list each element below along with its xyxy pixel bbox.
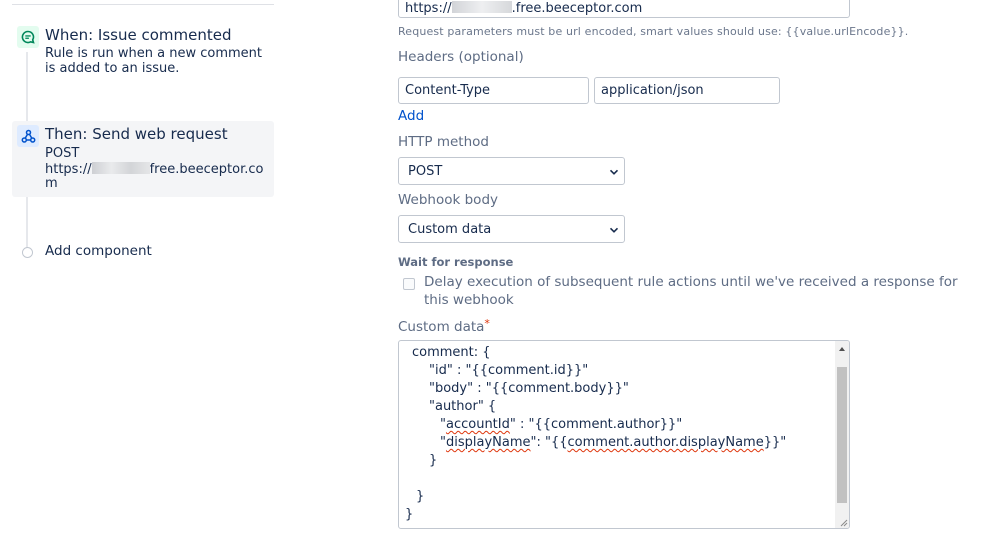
redacted-url	[91, 161, 150, 174]
webhook-icon	[17, 125, 39, 147]
code-line: "accountId" : "{{comment.author}}"	[440, 417, 682, 432]
headers-label: Headers (optional)	[398, 49, 524, 65]
action-method: POST	[45, 146, 80, 161]
custom-data-label: Custom data*	[398, 317, 490, 335]
custom-data-label-text: Custom data	[398, 319, 485, 335]
code-line: comment: {	[412, 345, 491, 360]
url-input[interactable]: https:// .free.beeceptor.com	[398, 0, 850, 18]
trigger-title: When: Issue commented	[45, 26, 232, 44]
code-line: "author" {	[429, 399, 497, 414]
code-line: "displayName": "{{comment.author.display…	[440, 435, 786, 450]
wait-for-response-checkbox-label[interactable]: Delay execution of subsequent rule actio…	[424, 273, 984, 309]
code-line: }	[405, 507, 414, 522]
webhook-body-select[interactable]: Custom data	[398, 215, 625, 243]
header-key-input[interactable]: Content-Type	[398, 77, 589, 104]
redacted-url	[451, 1, 512, 13]
spellcheck-token: displayName	[445, 435, 531, 450]
comment-icon	[17, 26, 39, 48]
action-description: POST https://free.beeceptor.com	[45, 146, 271, 192]
custom-data-textarea[interactable]: comment: { "id" : "{{comment.id}}" "body…	[398, 340, 850, 529]
add-component-button[interactable]: Add component	[12, 241, 274, 263]
code-token: " : "{{comment.author}}"	[509, 417, 683, 432]
code-line: }	[429, 453, 438, 468]
divider	[12, 4, 274, 5]
action-url-prefix: https://	[45, 161, 92, 177]
chevron-down-icon	[609, 227, 619, 233]
code-line: "body" : "{{comment.body}}"	[429, 381, 629, 396]
action-title: Then: Send web request	[45, 125, 228, 143]
add-component-label: Add component	[45, 243, 152, 259]
required-marker: *	[484, 317, 490, 330]
code-line: }	[416, 489, 425, 504]
wait-for-response-checkbox[interactable]	[403, 278, 415, 290]
webhook-body-label: Webhook body	[398, 192, 499, 208]
http-method-select[interactable]: POST	[398, 157, 625, 185]
resize-grip-icon[interactable]	[838, 517, 848, 527]
url-helper-text: Request parameters must be url encoded, …	[398, 25, 909, 38]
http-method-value: POST	[408, 164, 443, 179]
header-value-input[interactable]: application/json	[594, 77, 780, 104]
url-suffix: .free.beeceptor.com	[511, 1, 643, 16]
chevron-down-icon	[609, 169, 619, 175]
scrollbar-thumb[interactable]	[837, 367, 847, 503]
wait-for-response-label: Wait for response	[398, 255, 514, 269]
trigger-description: Rule is run when a new comment is added …	[45, 46, 263, 76]
code-token: }}"	[763, 435, 787, 450]
spellcheck-token: comment.author.displayName	[567, 435, 764, 450]
rule-step-action[interactable]: Then: Send web request POST https://free…	[12, 121, 274, 197]
add-header-link[interactable]: Add	[398, 108, 424, 124]
url-prefix: https://	[405, 1, 452, 16]
http-method-label: HTTP method	[398, 134, 489, 150]
textarea-scrollbar[interactable]	[835, 341, 849, 528]
code-token: ": "{{	[530, 435, 568, 450]
rule-step-trigger[interactable]: When: Issue commented Rule is run when a…	[12, 22, 274, 82]
webhook-body-value: Custom data	[408, 222, 492, 237]
automation-rule-editor: When: Issue commented Rule is run when a…	[0, 0, 999, 552]
scroll-up-arrow-icon[interactable]	[838, 345, 846, 353]
spellcheck-token: accountId	[445, 417, 510, 432]
code-line: "id" : "{{comment.id}}"	[429, 363, 589, 378]
add-component-dot-icon	[22, 247, 33, 258]
